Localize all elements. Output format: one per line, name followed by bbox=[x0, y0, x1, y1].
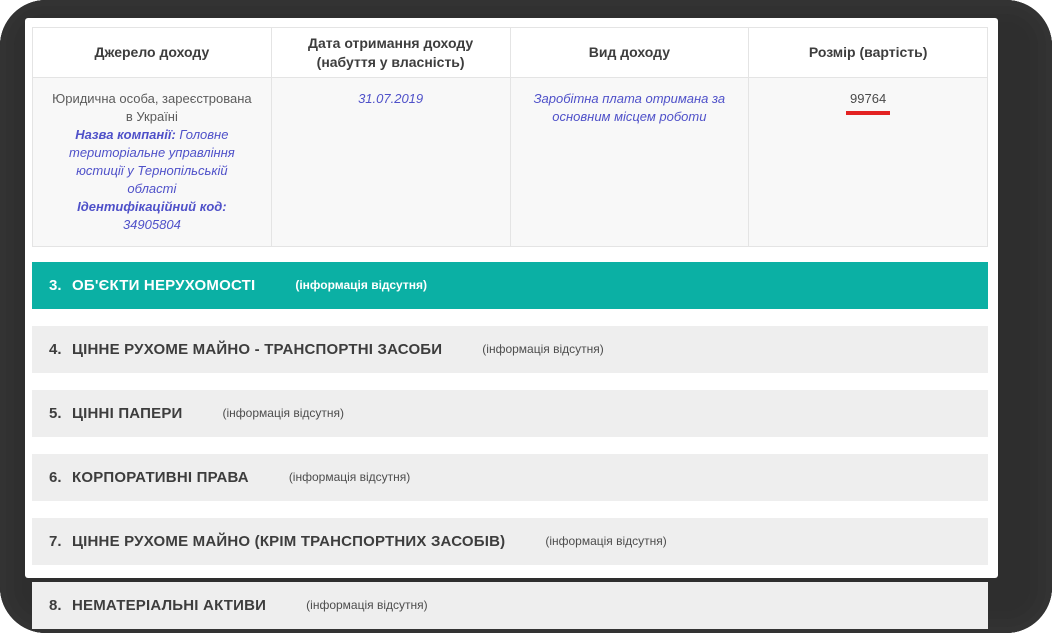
id-code-label: Ідентифікаційний код: bbox=[77, 198, 227, 214]
column-header-income-source: Джерело доходу bbox=[32, 27, 272, 78]
section-title: НЕМАТЕРІАЛЬНІ АКТИВИ bbox=[72, 596, 267, 614]
income-table-row: Юридична особа, зареєстрована в Україні … bbox=[32, 77, 988, 247]
column-header-income-amount: Розмір (вартість) bbox=[748, 27, 988, 78]
section-no-info-note: (інформація відсутня) bbox=[482, 342, 604, 356]
device-frame: Джерело доходу Дата отримання доходу (на… bbox=[0, 0, 1052, 633]
income-date-value: 31.07.2019 bbox=[358, 91, 424, 106]
income-source-entity: Юридична особа, зареєстрована в Україні bbox=[52, 91, 252, 124]
section-title: ЦІННІ ПАПЕРИ bbox=[72, 404, 183, 422]
section-no-info-note: (інформація відсутня) bbox=[288, 470, 411, 484]
income-amount-value-red-underline: 99764 bbox=[846, 90, 891, 115]
column-header-income-date: Дата отримання доходу (набуття у власніс… bbox=[270, 27, 511, 78]
section-title: КОРПОРАТИВНІ ПРАВА bbox=[72, 468, 249, 486]
income-date-cell: 31.07.2019 bbox=[270, 77, 511, 247]
section-number: 3. bbox=[49, 276, 62, 294]
company-line: Назва компанії: Головне територіальне уп… bbox=[51, 126, 253, 198]
income-amount-cell: 99764 bbox=[748, 77, 988, 247]
section-header-6-corporate-rights[interactable]: 6. КОРПОРАТИВНІ ПРАВА (інформація відсут… bbox=[32, 453, 988, 501]
income-table: Джерело доходу Дата отримання доходу (на… bbox=[32, 27, 988, 247]
section-header-5-securities[interactable]: 5. ЦІННІ ПАПЕРИ (інформація відсутня) bbox=[32, 389, 988, 437]
section-no-info-note: (інформація відсутня) bbox=[306, 598, 428, 612]
income-type-cell: Заробітна плата отримана за основним міс… bbox=[509, 77, 750, 247]
section-header-8-intangible-assets[interactable]: 8. НЕМАТЕРІАЛЬНІ АКТИВИ (інформація відс… bbox=[32, 581, 988, 629]
section-number: 6. bbox=[49, 468, 62, 486]
section-number: 7. bbox=[49, 532, 62, 550]
section-header-7-movable-property[interactable]: 7. ЦІННЕ РУХОМЕ МАЙНО (КРІМ ТРАНСПОРТНИХ… bbox=[32, 517, 988, 565]
id-code-line: Ідентифікаційний код: 34905804 bbox=[51, 198, 253, 234]
section-title: ЦІННЕ РУХОМЕ МАЙНО (КРІМ ТРАНСПОРТНИХ ЗА… bbox=[72, 532, 506, 550]
section-number: 8. bbox=[49, 596, 62, 614]
id-code-value: 34905804 bbox=[122, 216, 181, 232]
section-no-info-note: (інформація відсутня) bbox=[295, 278, 427, 292]
column-header-income-type: Вид доходу bbox=[509, 27, 750, 78]
section-header-3-real-estate[interactable]: 3. ОБ'ЄКТИ НЕРУХОМОСТІ (інформація відсу… bbox=[32, 261, 988, 309]
section-number: 4. bbox=[49, 340, 62, 358]
section-title: ЦІННЕ РУХОМЕ МАЙНО - ТРАНСПОРТНІ ЗАСОБИ bbox=[72, 340, 443, 358]
section-header-4-vehicles[interactable]: 4. ЦІННЕ РУХОМЕ МАЙНО - ТРАНСПОРТНІ ЗАСО… bbox=[32, 325, 988, 373]
income-table-header-row: Джерело доходу Дата отримання доходу (на… bbox=[32, 27, 988, 78]
section-no-info-note: (інформація відсутня) bbox=[545, 534, 667, 548]
section-title: ОБ'ЄКТИ НЕРУХОМОСТІ bbox=[72, 276, 256, 294]
company-label: Назва компанії: bbox=[75, 126, 176, 142]
section-no-info-note: (інформація відсутня) bbox=[222, 406, 344, 420]
section-number: 5. bbox=[49, 404, 62, 422]
income-type-value: Заробітна плата отримана за основним міс… bbox=[533, 91, 726, 124]
declaration-page: Джерело доходу Дата отримання доходу (на… bbox=[25, 18, 998, 629]
income-source-cell: Юридична особа, зареєстрована в Україні … bbox=[32, 77, 272, 247]
